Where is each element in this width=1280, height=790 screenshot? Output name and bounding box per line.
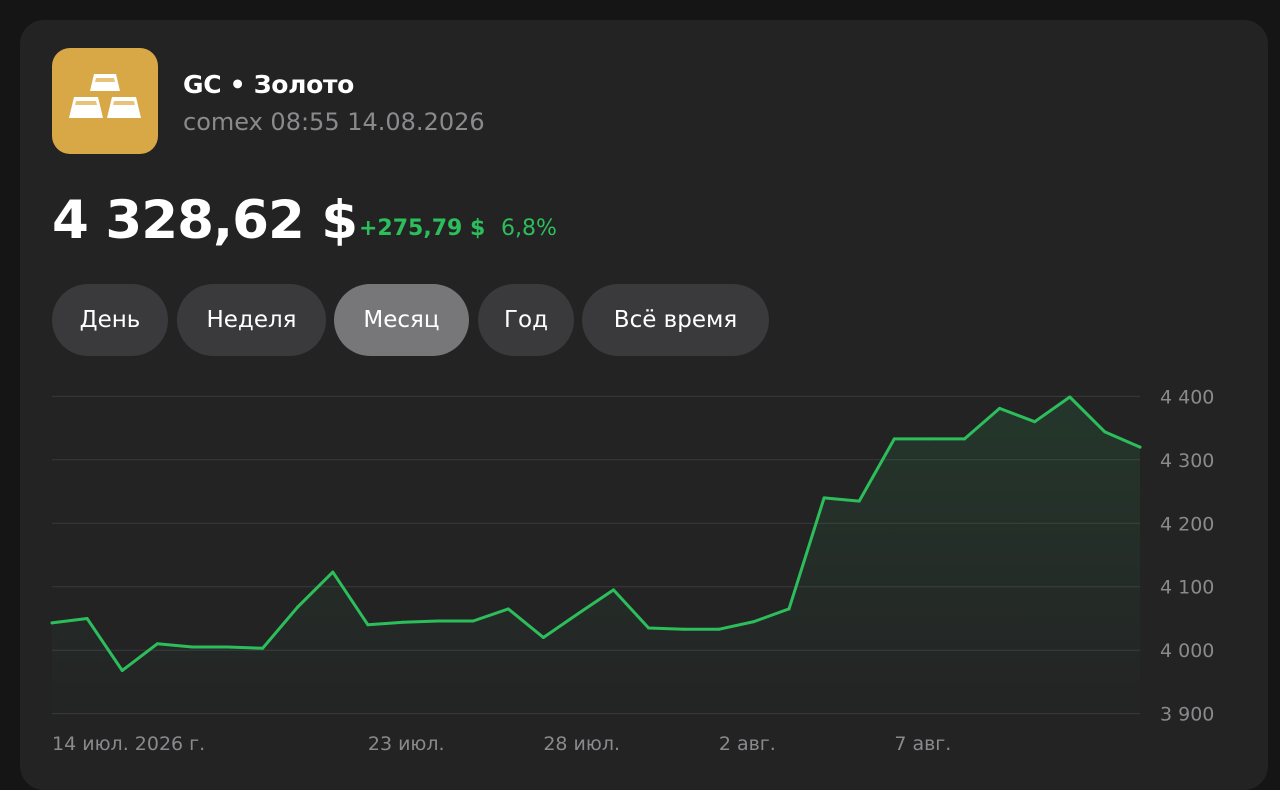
y-tick-label: 4 300	[1160, 450, 1214, 472]
data-point	[50, 621, 54, 625]
y-tick-label: 4 200	[1160, 513, 1214, 535]
data-point	[998, 406, 1002, 410]
data-point	[155, 642, 159, 646]
data-point	[436, 619, 440, 623]
x-tick-label: 2 авг.	[719, 733, 776, 755]
data-point	[576, 611, 580, 615]
data-point	[963, 437, 967, 441]
data-point	[752, 620, 756, 624]
data-point	[787, 607, 791, 611]
price-area	[52, 397, 1140, 720]
data-point	[331, 570, 335, 574]
data-point	[225, 645, 229, 649]
y-tick-label: 4 100	[1160, 577, 1214, 599]
data-point	[717, 627, 721, 631]
data-point	[541, 636, 545, 639]
data-point	[682, 627, 686, 631]
data-point	[506, 607, 510, 611]
data-point	[822, 496, 826, 500]
x-tick-label: 7 авг.	[894, 733, 951, 755]
data-point	[1068, 395, 1072, 399]
data-point	[857, 499, 861, 503]
data-point	[366, 623, 370, 627]
x-tick-label: 28 июл.	[543, 733, 620, 755]
data-point	[647, 626, 651, 630]
data-point	[261, 646, 265, 650]
y-tick-label: 4 400	[1160, 386, 1214, 408]
data-point	[1103, 430, 1107, 434]
y-tick-label: 4 000	[1160, 640, 1214, 662]
data-point	[401, 620, 405, 624]
data-point	[190, 645, 194, 649]
y-tick-label: 3 900	[1160, 704, 1214, 726]
data-point	[892, 437, 896, 441]
data-point	[1138, 445, 1142, 449]
data-point	[85, 616, 89, 620]
price-chart: 4 400 4 300 4 200 4 100 4 000 3 900 14 июл. 2…	[50, 386, 1214, 755]
x-tick-label: 23 июл.	[368, 733, 445, 755]
x-tick-label: 14 июл. 2026 г.	[52, 733, 205, 755]
data-point	[471, 619, 475, 623]
data-point	[927, 437, 931, 441]
data-point	[296, 605, 300, 609]
data-point	[612, 588, 616, 592]
data-point	[120, 669, 124, 672]
data-point	[1033, 420, 1037, 424]
